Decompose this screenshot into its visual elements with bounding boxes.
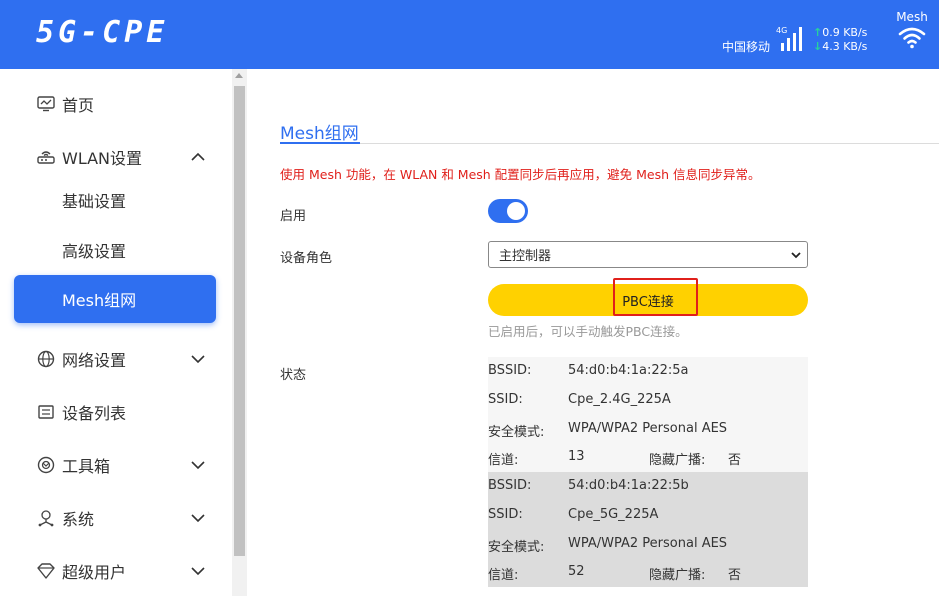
upload-arrow-icon: ↑ bbox=[813, 26, 823, 39]
status-label: 状态 bbox=[280, 368, 307, 383]
tab-divider bbox=[280, 143, 939, 144]
upload-rate-value: 0.9 KB/s bbox=[822, 26, 868, 39]
sidebar-item-toolbox[interactable]: 工具箱 bbox=[14, 441, 216, 489]
channel-value: 52 bbox=[568, 564, 585, 579]
status-row-channel: 信道: 13 隐藏广播: 否 bbox=[488, 443, 808, 471]
upload-rate: ↑0.9 KB/s bbox=[813, 26, 867, 39]
sync-warning: 使用 Mesh 功能，在 WLAN 和 Mesh 配置同步后再应用，避免 Mes… bbox=[280, 167, 761, 182]
status-block-5g: BSSID: 54:d0:b4:1a:22:5b SSID: Cpe_5G_22… bbox=[488, 472, 808, 587]
download-rate-value: 4.3 KB/s bbox=[822, 40, 868, 53]
monitor-icon bbox=[36, 94, 56, 114]
security-value: WPA/WPA2 Personal AES bbox=[568, 421, 728, 436]
main-content: Mesh组网 使用 Mesh 功能，在 WLAN 和 Mesh 配置同步后再应用… bbox=[247, 69, 939, 596]
logo: 5G-CPE bbox=[36, 15, 169, 50]
sidebar-item-super-user[interactable]: 超级用户 bbox=[14, 547, 216, 595]
security-value: WPA/WPA2 Personal AES bbox=[568, 536, 728, 551]
sidebar-item-label: 超级用户 bbox=[62, 563, 127, 582]
bssid-label: BSSID: bbox=[488, 478, 532, 493]
status-block-2g: BSSID: 54:d0:b4:1a:22:5a SSID: Cpe_2.4G_… bbox=[488, 357, 808, 472]
sidebar-item-wlan[interactable]: WLAN设置 bbox=[14, 133, 216, 181]
sidebar-item-mesh[interactable]: Mesh组网 bbox=[14, 275, 216, 323]
chevron-down-icon bbox=[191, 514, 205, 523]
sidebar-item-label: 基础设置 bbox=[62, 192, 127, 211]
bssid-value: 54:d0:b4:1a:22:5a bbox=[568, 363, 689, 378]
role-label: 设备角色 bbox=[280, 251, 333, 266]
sidebar: 首页 WLAN设置 基础设置 高级设置 Mesh组网 网络设置 设备列表 工具箱 bbox=[0, 69, 232, 596]
top-bar: 5G-CPE 中国移动 4G ↑0.9 KB/s ↓4.3 KB/s Mesh bbox=[0, 0, 939, 69]
sidebar-item-label: 工具箱 bbox=[62, 457, 111, 476]
download-arrow-icon: ↓ bbox=[813, 40, 823, 53]
status-row-channel: 信道: 52 隐藏广播: 否 bbox=[488, 558, 808, 586]
mesh-status[interactable]: Mesh bbox=[892, 10, 932, 49]
sidebar-item-label: 系统 bbox=[62, 510, 95, 529]
channel-label: 信道: bbox=[488, 568, 519, 583]
security-label: 安全模式: bbox=[488, 540, 545, 555]
status-row-security: 安全模式: WPA/WPA2 Personal AES bbox=[488, 530, 808, 558]
enable-label: 启用 bbox=[280, 209, 307, 224]
hidden-broadcast-value: 否 bbox=[728, 453, 742, 468]
sidebar-item-basic-settings[interactable]: 基础设置 bbox=[14, 176, 216, 224]
wifi-icon bbox=[898, 27, 926, 49]
status-row-security: 安全模式: WPA/WPA2 Personal AES bbox=[488, 415, 808, 443]
sidebar-item-home[interactable]: 首页 bbox=[14, 80, 216, 128]
role-select[interactable]: 主控制器 bbox=[488, 241, 808, 268]
pbc-hint: 已启用后，可以手动触发PBC连接。 bbox=[488, 324, 688, 339]
sidebar-item-network-settings[interactable]: 网络设置 bbox=[14, 335, 216, 383]
bssid-value: 54:d0:b4:1a:22:5b bbox=[568, 478, 689, 493]
toolbox-icon bbox=[36, 455, 56, 475]
sidebar-item-system[interactable]: 系统 bbox=[14, 494, 216, 542]
ssid-label: SSID: bbox=[488, 392, 523, 407]
sidebar-item-label: 高级设置 bbox=[62, 242, 127, 261]
chevron-down-icon bbox=[791, 252, 801, 259]
sidebar-item-label: 网络设置 bbox=[62, 351, 127, 370]
download-rate: ↓4.3 KB/s bbox=[813, 40, 867, 53]
hidden-broadcast-label: 隐藏广播: bbox=[649, 568, 706, 583]
toggle-knob bbox=[507, 202, 525, 220]
hidden-broadcast-value: 否 bbox=[728, 568, 742, 583]
chevron-down-icon bbox=[191, 461, 205, 470]
sidebar-item-label: Mesh组网 bbox=[62, 291, 137, 310]
ssid-value: Cpe_2.4G_225A bbox=[568, 392, 671, 407]
tab-active-indicator bbox=[280, 142, 360, 144]
list-icon bbox=[36, 402, 56, 422]
tab-mesh[interactable]: Mesh组网 bbox=[280, 119, 359, 144]
sidebar-scrollbar[interactable] bbox=[232, 69, 247, 596]
sidebar-item-label: 首页 bbox=[62, 96, 95, 115]
chevron-up-icon bbox=[191, 152, 205, 161]
diamond-icon bbox=[36, 561, 56, 581]
status-row-bssid: BSSID: 54:d0:b4:1a:22:5a bbox=[488, 357, 808, 385]
ssid-value: Cpe_5G_225A bbox=[568, 507, 659, 522]
sidebar-item-label: 设备列表 bbox=[62, 404, 127, 423]
system-icon bbox=[36, 508, 56, 528]
channel-value: 13 bbox=[568, 449, 585, 464]
router-icon bbox=[36, 147, 56, 167]
scroll-up-arrow-icon[interactable] bbox=[235, 73, 243, 78]
signal-strength-icon bbox=[781, 26, 807, 51]
carrier-name: 中国移动 bbox=[722, 40, 771, 54]
sidebar-item-device-list[interactable]: 设备列表 bbox=[14, 388, 216, 436]
enable-toggle[interactable] bbox=[488, 199, 528, 223]
ssid-label: SSID: bbox=[488, 507, 523, 522]
status-row-ssid: SSID: Cpe_5G_225A bbox=[488, 501, 808, 529]
pbc-highlight-box bbox=[613, 278, 698, 316]
globe-icon bbox=[36, 349, 56, 369]
scrollbar-thumb[interactable] bbox=[234, 86, 245, 556]
status-row-bssid: BSSID: 54:d0:b4:1a:22:5b bbox=[488, 472, 808, 500]
bssid-label: BSSID: bbox=[488, 363, 532, 378]
mesh-label: Mesh bbox=[896, 10, 928, 24]
chevron-down-icon bbox=[191, 355, 205, 364]
security-label: 安全模式: bbox=[488, 425, 545, 440]
sidebar-item-advanced-settings[interactable]: 高级设置 bbox=[14, 226, 216, 274]
sidebar-item-label: WLAN设置 bbox=[62, 149, 143, 168]
status-row-ssid: SSID: Cpe_2.4G_225A bbox=[488, 386, 808, 414]
hidden-broadcast-label: 隐藏广播: bbox=[649, 453, 706, 468]
chevron-down-icon bbox=[191, 567, 205, 576]
role-select-value: 主控制器 bbox=[499, 249, 552, 264]
channel-label: 信道: bbox=[488, 453, 519, 468]
